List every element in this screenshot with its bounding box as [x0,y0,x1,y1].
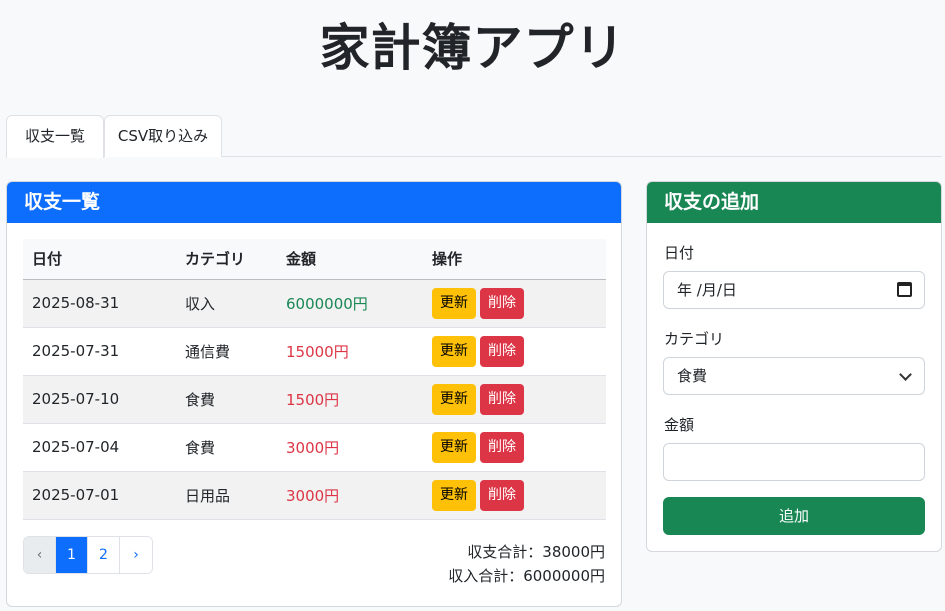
transactions-table: 日付 カテゴリ 金額 操作 2025-08-31 収入 6000000円 更新削… [23,239,606,520]
column-header-category: カテゴリ [176,239,277,280]
row-date: 2025-07-04 [23,423,176,472]
row-actions: 更新 削除 [423,327,606,376]
chevron-down-icon [899,368,912,381]
category-label: カテゴリ [664,330,725,348]
tab-csv-import[interactable]: CSV取り込み [104,115,222,157]
row-category: 食費 [176,375,277,424]
date-input-value: 年 /月/日 [677,281,737,299]
delete-button[interactable]: 削除 [480,335,524,367]
delete-button[interactable]: 削除 [480,479,524,511]
balance-total: 収支合計：38000円 [467,543,605,561]
row-amount: 15000円 [277,327,423,376]
row-category: 日用品 [176,471,277,520]
tab-bar: 収支一覧 CSV取り込み [6,115,942,158]
pagination: ‹ 1 2 › [23,536,153,574]
pagination-next[interactable]: › [120,537,152,573]
delete-button[interactable]: 削除 [480,383,524,415]
column-header-date: 日付 [23,239,176,280]
column-header-actions: 操作 [423,239,606,280]
date-label: 日付 [664,244,695,262]
row-actions: 更新 削除 [423,471,606,520]
delete-button[interactable]: 削除 [480,287,524,319]
pagination-page-1[interactable]: 1 [56,537,88,573]
totals: 収支合計：38000円 収入合計：6000000円 [448,540,605,588]
add-transaction-card: 収支の追加 日付 年 /月/日 カテゴリ 食費 金額 追加 [646,181,942,552]
calendar-icon[interactable] [897,282,912,297]
add-card-header: 収支の追加 [647,182,941,223]
row-category: 食費 [176,423,277,472]
table-row: 2025-07-04 食費 3000円 更新 削除 [23,423,606,472]
table-row: 2025-08-31 収入 6000000円 更新 削除 [23,279,606,328]
table-row: 2025-07-10 食費 1500円 更新 削除 [23,375,606,424]
row-date: 2025-07-10 [23,375,176,424]
row-date: 2025-07-31 [23,327,176,376]
pagination-prev[interactable]: ‹ [24,537,56,573]
table-row: 2025-07-01 日用品 3000円 更新 削除 [23,471,606,520]
update-button[interactable]: 更新 [432,287,476,319]
transactions-card: 収支一覧 日付 カテゴリ 金額 操作 2025-08-31 収入 6000000… [6,181,622,607]
update-button[interactable]: 更新 [432,335,476,367]
row-date: 2025-07-01 [23,471,176,520]
row-amount: 3000円 [277,423,423,472]
update-button[interactable]: 更新 [432,431,476,463]
row-amount: 3000円 [277,471,423,520]
transactions-card-header: 収支一覧 [7,182,621,223]
row-actions: 更新 削除 [423,375,606,424]
row-category: 通信費 [176,327,277,376]
delete-button[interactable]: 削除 [480,431,524,463]
update-button[interactable]: 更新 [432,479,476,511]
tab-list[interactable]: 収支一覧 [6,115,104,158]
row-actions: 更新 削除 [423,279,606,328]
row-amount: 1500円 [277,375,423,424]
update-button[interactable]: 更新 [432,383,476,415]
app-title: 家計簿アプリ [319,19,626,77]
row-actions: 更新 削除 [423,423,606,472]
add-button[interactable]: 追加 [663,497,925,535]
row-date: 2025-08-31 [23,279,176,328]
date-input[interactable]: 年 /月/日 [663,271,925,309]
table-row: 2025-07-31 通信費 15000円 更新 削除 [23,327,606,376]
amount-input[interactable] [663,443,925,481]
row-amount: 6000000円 [277,279,423,328]
category-select-value: 食費 [677,367,708,385]
column-header-amount: 金額 [277,239,423,280]
row-category: 収入 [176,279,277,328]
pagination-page-2[interactable]: 2 [88,537,120,573]
category-select[interactable]: 食費 [663,357,925,395]
income-total: 収入合計：6000000円 [448,567,605,585]
amount-label: 金額 [664,416,695,434]
